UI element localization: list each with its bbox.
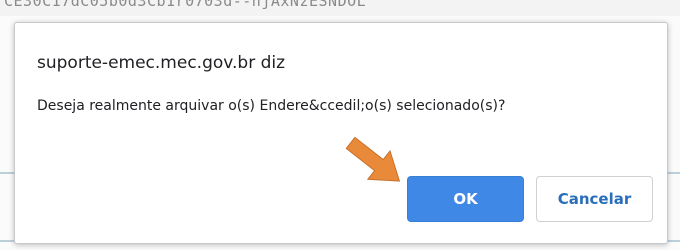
dialog-title: suporte-emec.mec.gov.br diz [37, 53, 286, 73]
dialog-message: Deseja realmente arquivar o(s) Endere&cc… [37, 98, 506, 114]
ok-button[interactable]: OK [407, 176, 524, 222]
cancel-button[interactable]: Cancelar [536, 176, 653, 222]
background-url-text: CE30C17dC05b0d3Cb1r0703d--njAxNzESNDOL [4, 0, 367, 10]
cancel-button-label: Cancelar [557, 190, 632, 208]
ok-button-label: OK [453, 190, 478, 208]
arrow-icon [345, 136, 401, 182]
background-page: CE30C17dC05b0d3Cb1r0703d--njAxNzESNDOL [0, 0, 680, 16]
